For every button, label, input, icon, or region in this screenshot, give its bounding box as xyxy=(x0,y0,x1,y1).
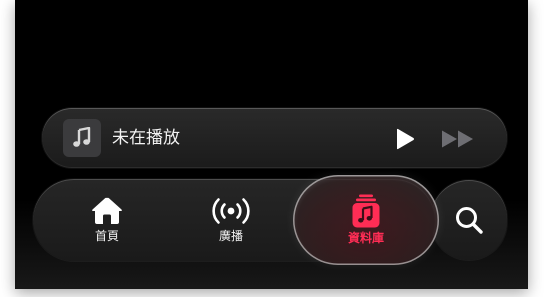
artwork-placeholder xyxy=(63,119,101,157)
now-playing-title: 未在播放 xyxy=(112,128,180,148)
play-button[interactable] xyxy=(391,125,419,153)
tab-home-label: 首頁 xyxy=(94,229,119,243)
search-button[interactable] xyxy=(431,180,507,260)
app-window: 未在播放 首頁 廣播 資料庫 xyxy=(15,0,528,289)
magnifier-icon xyxy=(456,207,483,234)
house-icon xyxy=(92,197,122,224)
mini-player[interactable]: 未在播放 xyxy=(42,108,507,168)
music-note-icon xyxy=(73,127,91,147)
tab-library[interactable]: 資料庫 xyxy=(293,175,439,265)
library-music-icon xyxy=(351,194,381,228)
tab-library-label: 資料庫 xyxy=(347,231,384,245)
play-icon xyxy=(397,128,414,150)
fast-forward-icon xyxy=(442,130,473,148)
fast-forward-button[interactable] xyxy=(438,125,478,153)
tab-bar: 首頁 廣播 資料庫 xyxy=(33,175,439,265)
tab-home[interactable]: 首頁 xyxy=(81,179,133,261)
tab-radio-label: 廣播 xyxy=(218,229,243,243)
tab-radio[interactable]: 廣播 xyxy=(203,179,259,261)
radio-waves-icon xyxy=(212,198,250,224)
